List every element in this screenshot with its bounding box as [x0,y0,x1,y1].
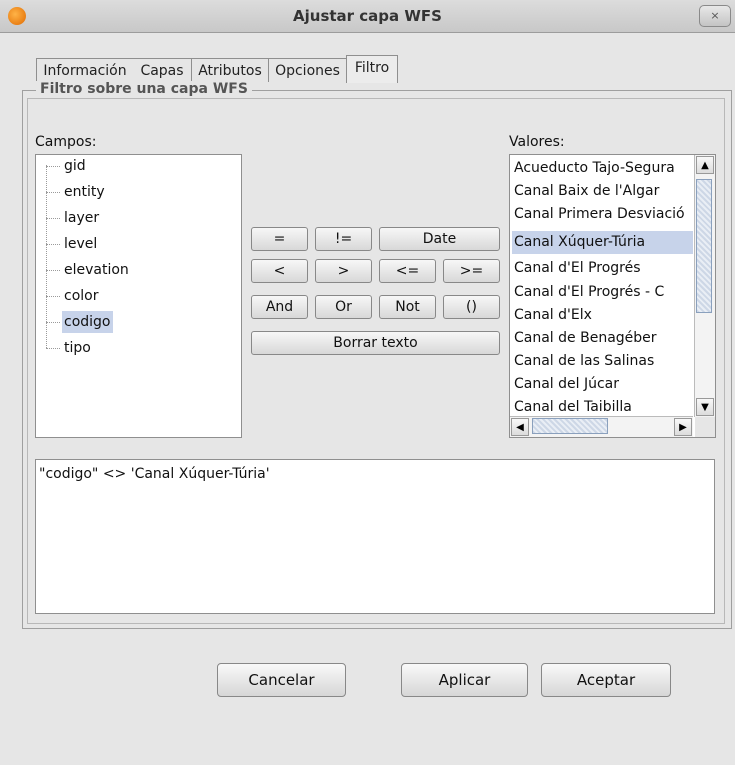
and-button[interactable]: And [251,295,308,319]
list-item[interactable]: Canal de Benagéber [512,327,693,350]
scroll-down-icon[interactable]: ▼ [696,398,714,416]
list-item-selected[interactable]: Canal Xúquer-Túria [512,231,693,254]
tab-informacion[interactable]: Información [36,58,134,82]
equals-button[interactable]: = [251,227,308,251]
not-button[interactable]: Not [379,295,436,319]
campos-tree[interactable]: gid entity layer level elevation color c… [35,154,242,438]
greater-equal-button[interactable]: >= [443,259,500,283]
list-item[interactable]: Canal Baix de l'Algar [512,180,693,203]
list-item[interactable]: Canal Primera Desviació [512,203,693,226]
greater-than-button[interactable]: > [315,259,372,283]
valores-list[interactable]: Acueducto Tajo-Segura Canal Baix de l'Al… [509,154,716,438]
filter-group-title: Filtro sobre una capa WFS [36,81,252,97]
vertical-scrollbar[interactable]: ▲ ▼ [694,155,715,417]
horizontal-scroll-thumb[interactable] [532,418,608,434]
vertical-scroll-thumb[interactable] [696,179,712,313]
tab-filtro[interactable]: Filtro [346,55,398,83]
filter-expression-textarea[interactable]: "codigo" <> 'Canal Xúquer-Túria' [35,459,715,614]
list-item[interactable]: Canal d'El Progrés - C [512,281,693,304]
title-bar[interactable]: Ajustar capa WFS × [0,0,735,33]
list-item[interactable]: Canal d'El Progrés [512,257,693,280]
or-button[interactable]: Or [315,295,372,319]
tab-atributos[interactable]: Atributos [192,58,269,82]
parentheses-button[interactable]: () [443,295,500,319]
list-item[interactable]: Canal del Júcar [512,373,693,396]
scroll-left-icon[interactable]: ◀ [511,418,529,436]
not-equals-button[interactable]: != [315,227,372,251]
close-button[interactable]: × [699,5,731,27]
apply-button[interactable]: Aplicar [401,663,528,697]
accept-button[interactable]: Aceptar [541,663,671,697]
clear-text-button[interactable]: Borrar texto [251,331,500,355]
list-item[interactable]: Acueducto Tajo-Segura [512,157,693,180]
tab-opciones[interactable]: Opciones [269,58,347,82]
scroll-up-icon[interactable]: ▲ [696,156,714,174]
valores-label: Valores: [509,134,565,150]
date-button[interactable]: Date [379,227,500,251]
valores-list-viewport: Acueducto Tajo-Segura Canal Baix de l'Al… [510,155,693,417]
campos-label: Campos: [35,134,97,150]
list-item[interactable]: Canal del Taibilla [512,396,693,417]
less-than-button[interactable]: < [251,259,308,283]
scrollbar-corner [695,417,715,437]
filter-expression-text: "codigo" <> 'Canal Xúquer-Túria' [39,466,270,482]
less-equal-button[interactable]: <= [379,259,436,283]
tab-capas[interactable]: Capas [133,58,192,82]
list-item[interactable]: Canal de las Salinas [512,350,693,373]
list-item[interactable]: Canal d'Elx [512,304,693,327]
horizontal-scrollbar[interactable]: ◀ ▶ [510,416,693,437]
cancel-button[interactable]: Cancelar [217,663,346,697]
window-title: Ajustar capa WFS [293,7,442,25]
scroll-right-icon[interactable]: ▶ [674,418,692,436]
